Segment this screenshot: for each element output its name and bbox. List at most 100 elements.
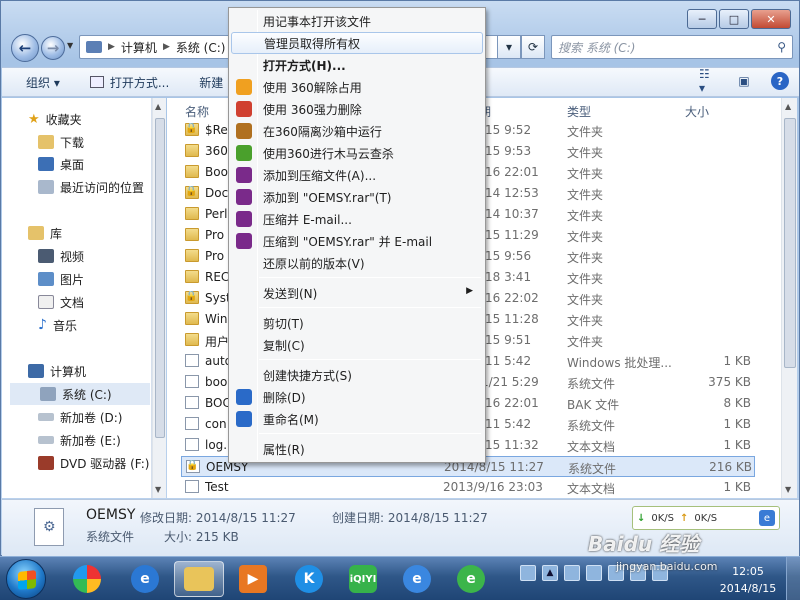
column-header-size[interactable]: 大小 <box>685 100 709 122</box>
taskbar-app-iqiyi[interactable]: iQIYI <box>338 561 388 597</box>
help-icon[interactable]: ? <box>771 72 789 90</box>
sidebar-item-computer[interactable]: 计算机 <box>28 360 86 382</box>
preview-pane-icon[interactable]: ▣ <box>735 72 753 90</box>
column-header-name[interactable]: 名称 <box>185 100 209 122</box>
column-header-type[interactable]: 类型 <box>567 100 591 122</box>
menu-item-run-in-sandbox[interactable]: 在360隔离沙箱中运行 <box>231 120 483 142</box>
refresh-button[interactable]: ⟳ <box>521 35 545 59</box>
file-size: 1 KB <box>723 354 751 368</box>
organize-button[interactable]: 组织 ▾ <box>26 74 60 91</box>
scrollbar-thumb[interactable] <box>784 118 796 368</box>
menu-item-add-to-archive[interactable]: 添加到压缩文件(A)... <box>231 164 483 186</box>
scrollbar-thumb[interactable] <box>155 118 165 438</box>
browser-icon[interactable]: e <box>759 510 775 526</box>
sidebar-item-downloads[interactable]: 下载 <box>38 131 84 153</box>
file-name: 360 <box>205 144 228 158</box>
sidebar-item-videos[interactable]: 视频 <box>38 245 84 267</box>
scroll-up-icon[interactable]: ▲ <box>155 102 161 111</box>
breadcrumb-computer[interactable]: 计算机 <box>121 39 157 56</box>
menu-item-scan-trojan-360[interactable]: 使用360进行木马云查杀 <box>231 142 483 164</box>
file-type: Windows 批处理... <box>567 356 672 370</box>
menu-item-label: 打开方式(H)... <box>263 58 346 73</box>
tray-security-icon[interactable] <box>564 565 580 581</box>
file-name: boo <box>205 375 228 389</box>
menu-item-send-to[interactable]: 发送到(N) ▶ <box>231 282 483 304</box>
tray-app-icon[interactable] <box>520 565 536 581</box>
sidebar-item-music[interactable]: ♪ 音乐 <box>38 314 77 336</box>
menu-item-restore-previous-versions[interactable]: 还原以前的版本(V) <box>231 252 483 274</box>
file-name: REC <box>205 270 230 284</box>
search-icon[interactable]: ⚲ <box>777 40 786 54</box>
taskbar-app-explorer[interactable] <box>174 561 224 597</box>
table-row[interactable]: Test 2013/9/16 23:03 文本文档 1 KB <box>181 477 755 498</box>
sidebar-item-drive-e[interactable]: 新加卷 (E:) <box>38 429 121 451</box>
close-button[interactable]: ✕ <box>751 9 791 29</box>
menu-item-rename[interactable]: 重命名(M) <box>231 408 483 430</box>
system-clock[interactable]: 12:05 2014/8/15 <box>716 563 780 597</box>
tray-chevron-icon[interactable]: ▲ <box>542 565 558 581</box>
view-options-icon[interactable]: ☷ ▾ <box>699 67 717 95</box>
menu-item-copy[interactable]: 复制(C) <box>231 334 483 356</box>
taskbar-app-media[interactable]: ▶ <box>228 561 278 597</box>
sidebar-item-libraries[interactable]: 库 <box>28 222 62 244</box>
recent-pages-dropdown[interactable]: ▼ <box>67 41 73 50</box>
file-list-scrollbar[interactable]: ▲ ▼ <box>781 98 797 498</box>
scroll-up-icon[interactable]: ▲ <box>785 102 791 111</box>
menu-item-open-with-notepad[interactable]: 用记事本打开该文件 <box>231 10 483 32</box>
scroll-down-icon[interactable]: ▼ <box>155 485 161 494</box>
new-button[interactable]: 新建 <box>199 74 223 91</box>
sidebar-item-desktop[interactable]: 桌面 <box>38 153 84 175</box>
library-icon <box>28 226 44 240</box>
scroll-down-icon[interactable]: ▼ <box>785 485 791 494</box>
sidebar-item-favorites[interactable]: ★ 收藏夹 <box>28 108 82 130</box>
menu-item-properties[interactable]: 属性(R) <box>231 438 483 460</box>
file-name: Syst <box>205 291 231 305</box>
taskbar-app-360-browser[interactable]: e <box>446 561 496 597</box>
menu-item-compress-rar-email[interactable]: 压缩到 "OEMSY.rar" 并 E-mail <box>231 230 483 252</box>
menu-item-take-ownership[interactable]: 管理员取得所有权 <box>231 32 483 54</box>
taskbar-app-kugou[interactable]: K <box>284 561 334 597</box>
taskbar-app-360[interactable] <box>62 561 112 597</box>
file-icon <box>185 480 199 493</box>
navigation-scrollbar[interactable]: ▲ ▼ <box>152 98 166 498</box>
star-icon: ★ <box>28 111 40 127</box>
address-dropdown-button[interactable]: ▾ <box>497 35 521 59</box>
menu-item-compress-email[interactable]: 压缩并 E-mail... <box>231 208 483 230</box>
file-date: /15 11:29 <box>481 228 539 242</box>
menu-item-create-shortcut[interactable]: 创建快捷方式(S) <box>231 364 483 386</box>
sidebar-item-drive-f[interactable]: DVD 驱动器 (F:) <box>38 452 150 474</box>
network-speed-widget[interactable]: ↓ 0K/S ↑ 0K/S e <box>632 506 780 530</box>
show-desktop-button[interactable] <box>786 557 800 600</box>
breadcrumb-drive-c[interactable]: 系统 (C:) <box>176 39 226 56</box>
system-drive-icon <box>40 387 56 401</box>
menu-item-unlock-360[interactable]: 使用 360解除占用 <box>231 76 483 98</box>
scan-trojan-360-icon <box>236 145 252 161</box>
folder-icon <box>185 228 199 241</box>
sidebar-item-drive-d[interactable]: 新加卷 (D:) <box>38 406 122 428</box>
menu-item-label: 重命名(M) <box>263 412 319 427</box>
sidebar-item-label: 新加卷 (D:) <box>60 410 123 425</box>
sidebar-item-drive-c[interactable]: 系统 (C:) <box>10 383 150 405</box>
tray-iqiyi-icon[interactable] <box>586 565 602 581</box>
file-type: 系统文件 <box>568 462 617 476</box>
sidebar-item-pictures[interactable]: 图片 <box>38 268 84 290</box>
start-button[interactable] <box>6 559 46 599</box>
details-type: 系统文件 <box>86 530 135 544</box>
minimize-button[interactable]: ─ <box>687 9 717 29</box>
back-button[interactable]: ← <box>11 34 39 62</box>
file-type: BAK 文件 <box>567 398 620 412</box>
sidebar-item-documents[interactable]: 文档 <box>38 291 84 313</box>
search-input[interactable]: 搜索 系统 (C:) ⚲ <box>551 35 793 59</box>
open-with-button[interactable]: 打开方式... <box>89 74 169 91</box>
forward-button[interactable]: → <box>41 36 65 60</box>
menu-item-delete[interactable]: 删除(D) <box>231 386 483 408</box>
menu-item-open-with[interactable]: 打开方式(H)... <box>231 54 483 76</box>
maximize-button[interactable]: □ <box>719 9 749 29</box>
organize-label: 组织 ▾ <box>26 75 60 90</box>
menu-item-add-to-rar[interactable]: 添加到 "OEMSY.rar"(T) <box>231 186 483 208</box>
sidebar-item-recent[interactable]: 最近访问的位置 <box>38 176 144 198</box>
menu-item-cut[interactable]: 剪切(T) <box>231 312 483 334</box>
menu-item-force-delete-360[interactable]: 使用 360强力删除 <box>231 98 483 120</box>
taskbar-app-browser[interactable]: e <box>392 561 442 597</box>
taskbar-app-ie[interactable]: e <box>120 561 170 597</box>
